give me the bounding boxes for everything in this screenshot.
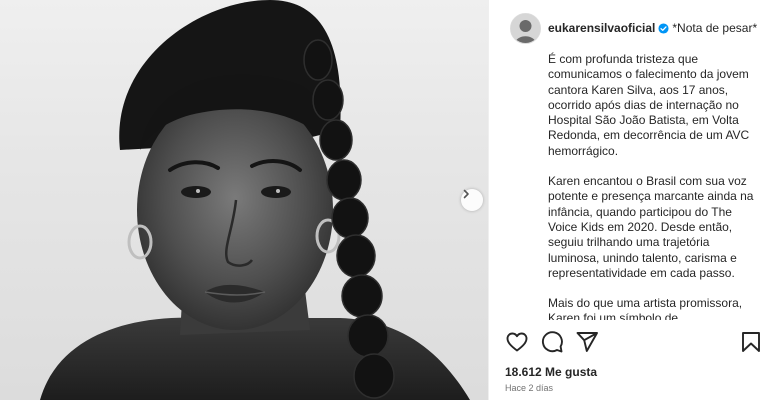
carousel-next-button[interactable] [461, 189, 483, 211]
comment-icon[interactable] [540, 330, 564, 354]
post-header: eukarensilvaoficial *Nota de pesar* [510, 12, 765, 44]
portrait-image [40, 0, 470, 400]
post-actions-bar [505, 330, 763, 356]
caption-title: *Nota de pesar* [672, 21, 758, 35]
likes-count[interactable]: 18.612 Me gusta [505, 365, 597, 379]
username-link[interactable]: eukarensilvaoficial [548, 21, 655, 35]
caption-paragraph: Mais do que uma artista promissora, Kare… [548, 296, 743, 320]
post-caption: É com profunda tristeza que comunicamos … [548, 52, 762, 320]
send-icon[interactable] [575, 330, 599, 354]
likes-number[interactable]: 18.612 [505, 365, 542, 379]
bookmark-icon[interactable] [739, 330, 763, 354]
caption-paragraph: Karen encantou o Brasil com sua voz pote… [548, 174, 754, 280]
avatar[interactable] [510, 12, 541, 44]
verified-badge-icon [658, 22, 669, 34]
heart-icon[interactable] [505, 330, 529, 354]
post-timestamp[interactable]: Hace 2 días [505, 383, 553, 393]
likes-label[interactable]: Me gusta [545, 365, 597, 379]
caption-paragraph: É com profunda tristeza que comunicamos … [548, 52, 750, 158]
post-photo[interactable] [0, 0, 488, 400]
